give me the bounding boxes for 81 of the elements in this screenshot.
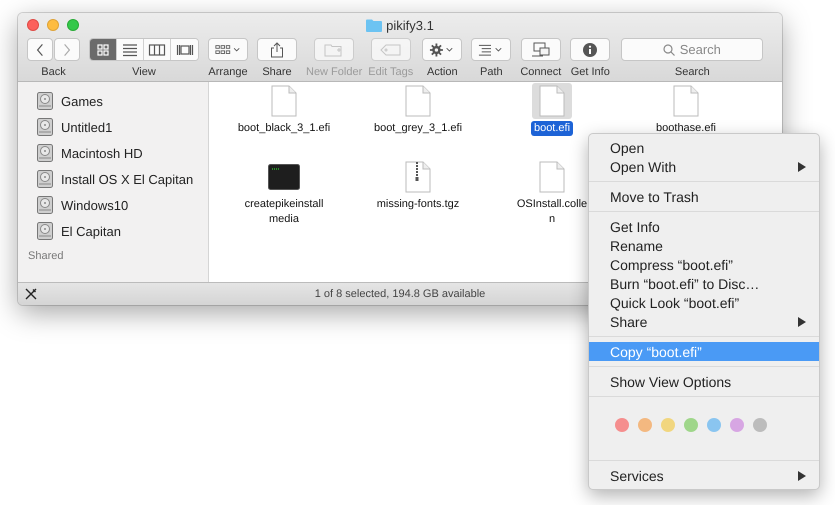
tag-dot[interactable] (707, 418, 721, 432)
toolbar-label: Connect (520, 66, 562, 78)
tag-dot[interactable] (684, 418, 698, 432)
toolbar-label: Arrange (208, 66, 248, 78)
file-name[interactable]: boothase.efi (653, 121, 719, 136)
tag-dot[interactable] (661, 418, 675, 432)
archive-icon[interactable] (405, 161, 431, 193)
share-button[interactable] (257, 38, 297, 61)
new-folder-icon (324, 42, 344, 56)
action-button[interactable] (422, 38, 462, 61)
search-field[interactable]: Search (621, 38, 764, 61)
view-segmented-control[interactable] (89, 38, 199, 61)
tag-dot[interactable] (615, 418, 629, 432)
share-icon (270, 42, 284, 58)
back-button[interactable] (27, 38, 53, 61)
tag-icon (380, 44, 402, 56)
minimize-button[interactable] (47, 19, 59, 31)
menu-item[interactable]: Share (589, 312, 819, 331)
sidebar-item[interactable]: Macintosh HD (18, 140, 208, 166)
search-icon (663, 44, 676, 56)
menu-item[interactable]: Show View Options (589, 372, 819, 391)
toolbar-label: Search (674, 66, 710, 78)
document-icon[interactable] (539, 161, 565, 193)
toolbar-label: Edit Tags (368, 66, 414, 78)
menu-item[interactable]: Quick Look “boot.efi” (589, 293, 819, 312)
tools-icon[interactable] (25, 288, 37, 300)
zoom-button[interactable] (67, 19, 79, 31)
tag-dot[interactable] (638, 418, 652, 432)
window-title: pikify3.1 (386, 18, 434, 32)
gear-icon (429, 42, 456, 58)
document-icon[interactable] (271, 85, 297, 117)
menu-item[interactable]: Get Info (589, 217, 819, 236)
sidebar-item[interactable]: Games (18, 88, 208, 114)
sidebar-item[interactable]: Untitled1 (18, 114, 208, 140)
tag-dot[interactable] (730, 418, 744, 432)
arrange-button[interactable] (208, 38, 248, 61)
close-button[interactable] (27, 19, 39, 31)
menu-item[interactable]: Services (589, 466, 819, 485)
document-icon[interactable] (405, 85, 431, 117)
tag-dot[interactable] (753, 418, 767, 432)
menu-item[interactable]: Open With (589, 157, 819, 176)
toolbar-label: Path (480, 66, 503, 78)
file-name[interactable]: missing-fonts.tgz (374, 197, 462, 212)
toolbar-label: New Folder (306, 66, 362, 78)
sidebar-item[interactable]: Windows10 (18, 192, 208, 218)
list-icon (121, 42, 139, 56)
grid-dropdown-icon (215, 42, 241, 56)
sidebar-item[interactable]: El Capitan (18, 218, 208, 244)
terminal-icon[interactable] (268, 164, 300, 190)
list-dropdown-icon (478, 42, 504, 56)
file-name[interactable]: createpikeinstall media (242, 197, 326, 227)
columns-icon (148, 42, 166, 56)
toolbar-label: View (132, 66, 156, 78)
chevron-right-icon (63, 42, 71, 56)
folder-icon (366, 18, 382, 32)
file-name[interactable]: OSInstall.colle n (514, 197, 590, 227)
computers-icon (530, 42, 551, 58)
menu-item[interactable]: Burn “boot.efi” to Disc… (589, 274, 819, 293)
chevron-left-icon (36, 42, 44, 56)
toolbar-label: Get Info (570, 66, 610, 78)
icon-view-button[interactable] (90, 39, 117, 60)
menu-item[interactable]: Move to Trash (589, 187, 819, 206)
menu-item[interactable]: Compress “boot.efi” (589, 255, 819, 274)
path-button[interactable] (471, 38, 512, 61)
toolbar-label: Share (262, 66, 292, 78)
info-button[interactable] (570, 38, 610, 61)
section-heading: Shared (27, 249, 64, 262)
back-label: Back (41, 66, 66, 78)
file-name[interactable]: boot_grey_3_1.efi (370, 121, 466, 136)
status-text: 1 of 8 selected, 194.8 GB available (314, 288, 486, 300)
document-icon[interactable] (673, 85, 699, 117)
toolbar-label: Action (427, 66, 458, 78)
gallery-icon (176, 42, 194, 56)
menu-item[interactable]: Rename (589, 236, 819, 255)
sidebar-item[interactable]: Install OS X El Capitan (18, 166, 208, 192)
document-icon[interactable] (539, 85, 565, 117)
info-icon (582, 42, 598, 58)
file-name[interactable]: boot_black_3_1.efi (234, 121, 334, 136)
file-name[interactable]: boot.efi (530, 121, 574, 136)
menu-item[interactable]: Open (589, 138, 819, 157)
connect-button[interactable] (520, 38, 561, 61)
